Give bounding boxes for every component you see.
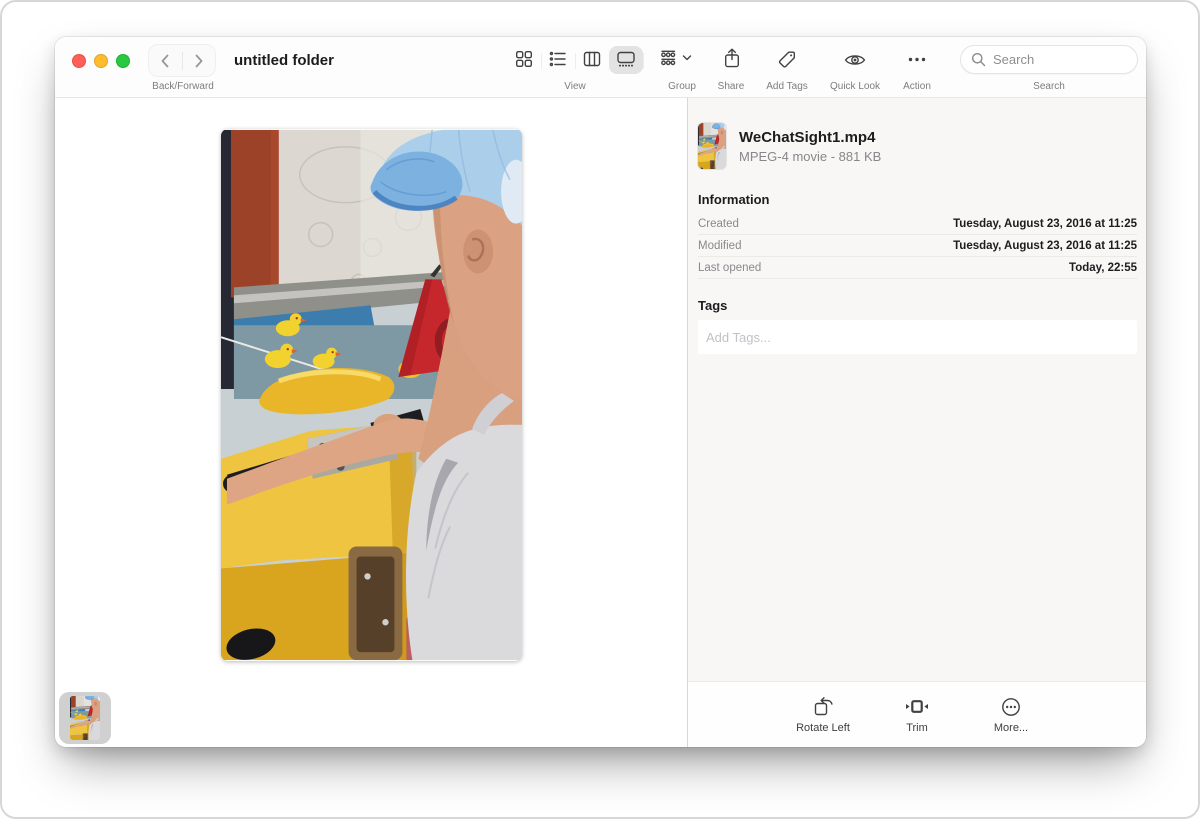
info-label: Modified [698, 240, 741, 252]
back-forward-control [148, 44, 216, 77]
file-name: WeChatSight1.mp4 [739, 129, 881, 146]
info-value: Tuesday, August 23, 2016 at 11:25 [953, 240, 1137, 252]
view-as-gallery-button[interactable] [616, 50, 636, 68]
forward-chevron-icon [194, 54, 204, 68]
segment-divider [575, 53, 576, 69]
back-chevron-icon [160, 54, 170, 68]
info-label: Created [698, 218, 739, 230]
view-as-list-button[interactable] [549, 50, 567, 68]
segment-divider [643, 53, 644, 69]
more-label: More... [994, 722, 1028, 734]
info-label: Last opened [698, 262, 761, 274]
chevron-down-icon [683, 55, 692, 61]
gallery-thumbnail-selected[interactable] [59, 692, 111, 744]
info-value: Tuesday, August 23, 2016 at 11:25 [953, 218, 1137, 230]
trim-icon [905, 698, 929, 715]
info-value: Today, 22:55 [1069, 262, 1137, 274]
view-as-columns-button[interactable] [583, 50, 601, 68]
share-button[interactable] [724, 48, 741, 69]
column-view-icon [583, 50, 601, 68]
rotate-left-button[interactable]: Rotate Left [795, 696, 851, 734]
back-forward-label: Back/Forward [152, 81, 214, 92]
window-title: untitled folder [234, 37, 334, 84]
quick-actions-bar: Rotate Left Trim [688, 681, 1146, 747]
grid-view-icon [515, 50, 533, 68]
group-button[interactable] [661, 50, 692, 66]
screenshot: Back/Forward untitled folder [0, 0, 1200, 819]
forward-button[interactable] [183, 45, 216, 76]
add-tags-field[interactable] [698, 320, 1137, 354]
info-row-modified: Modified Tuesday, August 23, 2016 at 11:… [698, 235, 1137, 257]
video-frame-image [221, 129, 522, 661]
share-icon [724, 48, 741, 69]
gallery-thumbnail-image [70, 696, 100, 740]
trim-button[interactable]: Trim [889, 696, 945, 734]
file-thumbnail[interactable] [698, 123, 726, 169]
zoom-window-button[interactable] [116, 54, 130, 68]
search-field[interactable] [960, 45, 1138, 74]
tags-heading: Tags [698, 298, 1137, 313]
close-window-button[interactable] [72, 54, 86, 68]
eye-icon [844, 52, 866, 68]
gallery-preview-pane [55, 98, 687, 747]
finder-window: Back/Forward untitled folder [55, 37, 1146, 747]
trim-label: Trim [906, 722, 928, 734]
file-info-panel: WeChatSight1.mp4 MPEG-4 movie - 881 KB I… [687, 98, 1146, 747]
add-tags-button[interactable] [778, 50, 797, 69]
add-tags-input[interactable] [698, 320, 1137, 354]
view-label: View [564, 81, 586, 92]
search-label: Search [1033, 81, 1065, 92]
file-kind-size: MPEG-4 movie - 881 KB [739, 149, 881, 164]
quick-look-button[interactable] [844, 52, 866, 68]
gallery-view-icon [616, 50, 636, 68]
tag-icon [778, 50, 797, 69]
add-tags-label: Add Tags [766, 81, 808, 92]
more-circle-icon [1001, 697, 1021, 717]
action-button[interactable] [908, 57, 926, 62]
action-label: Action [903, 81, 931, 92]
rotate-left-icon [812, 696, 834, 717]
segment-divider [541, 53, 542, 69]
window-content: WeChatSight1.mp4 MPEG-4 movie - 881 KB I… [55, 98, 1146, 747]
share-label: Share [718, 81, 745, 92]
view-as-icons-button[interactable] [515, 50, 533, 68]
search-input[interactable] [993, 52, 1123, 67]
ellipsis-icon [908, 57, 926, 62]
group-label: Group [668, 81, 696, 92]
tags-section: Tags [698, 298, 1137, 354]
toolbar: Back/Forward untitled folder [55, 37, 1146, 98]
more-button[interactable]: More... [983, 696, 1039, 734]
video-preview[interactable] [221, 129, 522, 661]
group-icon [661, 50, 678, 66]
back-button[interactable] [149, 45, 182, 76]
information-heading: Information [698, 192, 1137, 207]
quick-look-label: Quick Look [830, 81, 880, 92]
list-view-icon [549, 50, 567, 68]
info-row-created: Created Tuesday, August 23, 2016 at 11:2… [698, 213, 1137, 235]
file-header: WeChatSight1.mp4 MPEG-4 movie - 881 KB [698, 123, 1137, 169]
minimize-window-button[interactable] [94, 54, 108, 68]
rotate-left-label: Rotate Left [796, 722, 850, 734]
magnifier-icon [971, 52, 986, 67]
information-section: Information Created Tuesday, August 23, … [698, 192, 1137, 279]
info-row-last-opened: Last opened Today, 22:55 [698, 257, 1137, 279]
